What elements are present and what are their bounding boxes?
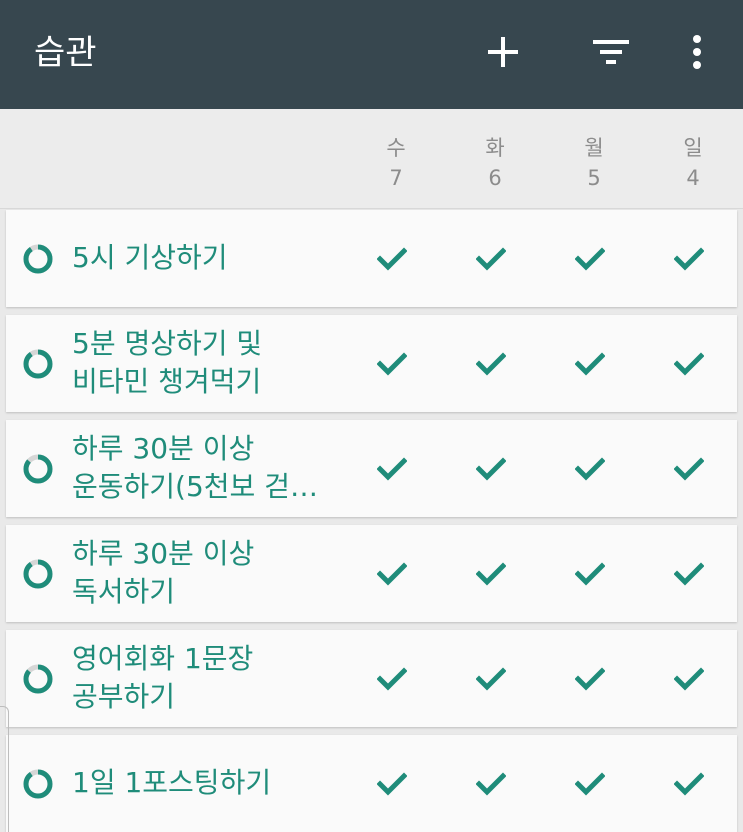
weekday-label: 수 (386, 136, 406, 160)
check-icon[interactable] (673, 244, 705, 274)
check-icon[interactable] (673, 454, 705, 484)
check-icon[interactable] (475, 349, 507, 379)
date-label: 7 (389, 166, 403, 190)
check-icon[interactable] (574, 559, 606, 589)
date-label: 4 (686, 166, 700, 190)
check-icon[interactable] (574, 664, 606, 694)
progress-ring-icon (22, 663, 54, 695)
progress-ring-icon (22, 453, 54, 485)
check-icon[interactable] (475, 769, 507, 799)
check-icon[interactable] (376, 664, 408, 694)
check-icon[interactable] (673, 349, 705, 379)
check-icon[interactable] (574, 454, 606, 484)
progress-ring-icon (22, 768, 54, 800)
day-column-3: 일 4 (663, 133, 723, 193)
check-icon[interactable] (574, 769, 606, 799)
habit-name: 하루 30분 이상 운동하기(5천보 걷… (72, 432, 318, 503)
date-label: 6 (488, 166, 502, 190)
check-icon[interactable] (475, 454, 507, 484)
progress-ring-icon (22, 558, 54, 590)
check-icon[interactable] (673, 559, 705, 589)
more-vertical-icon[interactable] (669, 22, 725, 82)
check-icon[interactable] (376, 454, 408, 484)
habit-row[interactable]: 하루 30분 이상 독서하기 (6, 525, 737, 622)
check-icon[interactable] (673, 664, 705, 694)
check-icon[interactable] (673, 769, 705, 799)
check-icon[interactable] (376, 349, 408, 379)
check-icon[interactable] (475, 664, 507, 694)
day-header: 수 7 화 6 월 5 일 4 (0, 109, 743, 209)
check-icon[interactable] (376, 769, 408, 799)
habit-row[interactable]: 1일 1포스팅하기 (6, 735, 737, 832)
check-icon[interactable] (376, 244, 408, 274)
habit-name: 1일 1포스팅하기 (72, 766, 272, 799)
habit-name: 5분 명상하기 및 비타민 챙겨먹기 (72, 327, 263, 398)
habit-row[interactable]: 하루 30분 이상 운동하기(5천보 걷… (6, 420, 737, 517)
habit-name: 5시 기상하기 (72, 241, 228, 274)
habit-name: 하루 30분 이상 독서하기 (72, 537, 255, 608)
page-title: 습관 (34, 33, 97, 73)
check-icon[interactable] (574, 349, 606, 379)
progress-ring-icon (22, 243, 54, 275)
weekday-label: 일 (683, 136, 703, 160)
day-column-2: 월 5 (564, 133, 624, 193)
plus-icon[interactable] (475, 22, 531, 82)
day-column-1: 화 6 (465, 133, 525, 193)
habit-row[interactable]: 영어회화 1문장 공부하기 (6, 630, 737, 727)
check-icon[interactable] (376, 559, 408, 589)
day-column-0: 수 7 (366, 133, 426, 193)
check-icon[interactable] (475, 559, 507, 589)
date-label: 5 (587, 166, 601, 190)
progress-ring-icon (22, 348, 54, 380)
weekday-label: 화 (485, 136, 505, 160)
app-bar: 습관 (0, 0, 743, 109)
habit-row[interactable]: 5분 명상하기 및 비타민 챙겨먹기 (6, 315, 737, 412)
filter-icon[interactable] (583, 22, 639, 82)
habit-name: 영어회화 1문장 공부하기 (72, 642, 254, 713)
check-icon[interactable] (574, 244, 606, 274)
weekday-label: 월 (584, 136, 604, 160)
check-icon[interactable] (475, 244, 507, 274)
edge-overlay (0, 706, 9, 832)
habit-row[interactable]: 5시 기상하기 (6, 210, 737, 307)
